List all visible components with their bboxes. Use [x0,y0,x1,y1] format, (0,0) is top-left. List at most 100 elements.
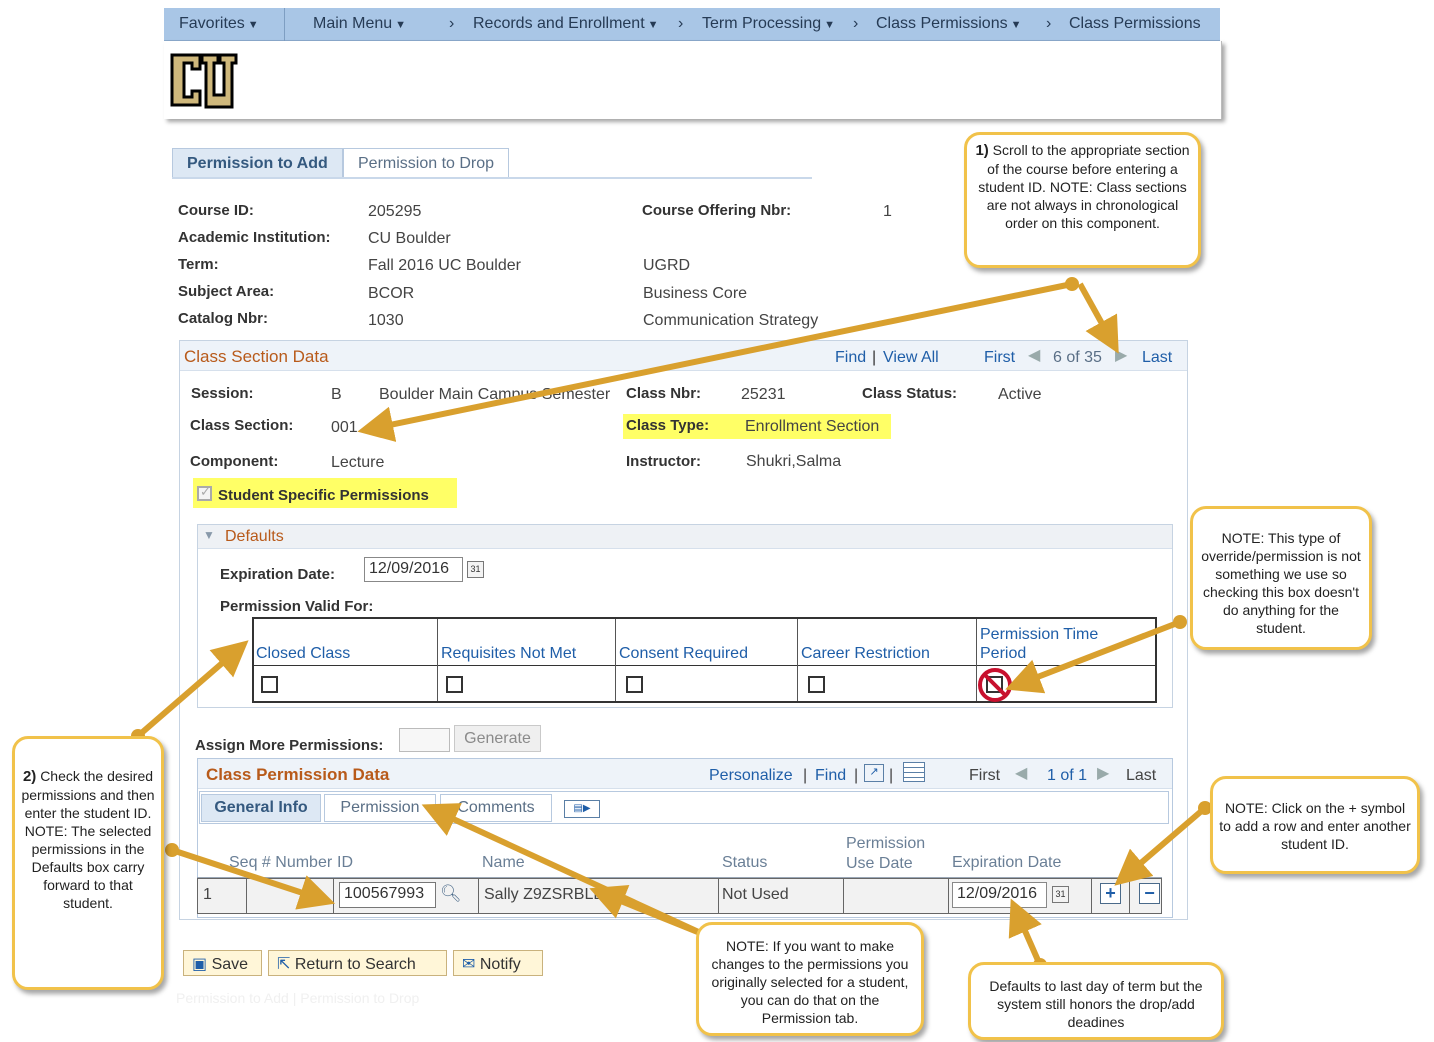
class-section-value: 001 [331,419,358,436]
view-all-link[interactable]: View All [883,349,939,367]
last-grid-link[interactable]: Last [1126,767,1156,785]
catalog-nbr-value: 1030 [368,312,404,329]
grid-column-line [478,878,479,914]
new-window-icon[interactable]: ↗ [864,764,884,782]
breadcrumb-class-permissions[interactable]: Class Permissions [1069,15,1201,33]
student-name-value: Sally Z9ZSRBLD01 [484,886,623,903]
grid-column-line [1129,878,1130,914]
consent-required-checkbox[interactable] [626,676,643,693]
grid-column-line [948,878,949,914]
notify-button[interactable]: ✉ Notify [453,950,543,976]
student-id-input[interactable]: 100567993 [339,882,436,908]
defaults-title[interactable]: Defaults [225,528,284,546]
status-value: Not Used [722,886,789,903]
breadcrumb-class-permissions-menu[interactable]: Class Permissions ▼ [876,15,1021,33]
course-id-value: 205295 [368,203,422,220]
assign-more-input[interactable] [399,728,450,752]
class-permission-title: Class Permission Data [206,765,390,784]
favorites-menu[interactable]: Favorites ▼ [179,15,259,33]
breadcrumb-separator-icon: › [853,15,859,32]
closed-class-checkbox[interactable] [261,676,278,693]
download-spreadsheet-icon[interactable] [903,762,925,782]
grid-column-line [615,619,616,701]
row-expiration-date-input[interactable]: 12/09/2016 [952,882,1047,908]
chevron-down-icon: ▼ [824,19,836,31]
student-specific-checkbox[interactable]: ✓ [197,484,212,501]
next-icon[interactable]: ▶ [1097,763,1109,783]
breadcrumb-term-processing[interactable]: Term Processing ▼ [702,15,835,33]
link-divider: | [803,767,808,784]
institution-label: Academic Institution: [178,229,331,246]
calendar-icon[interactable]: 31 [467,561,484,578]
personalize-link[interactable]: Personalize [709,767,793,785]
search-icon[interactable]: 🔍︎ [440,884,462,904]
subtab-permission[interactable]: Permission [324,794,436,822]
grid-column-line [797,619,798,701]
next-icon[interactable]: ▶ [1115,345,1127,365]
row-position: 6 of 35 [1053,349,1102,366]
notify-icon: ✉ [462,956,476,973]
breadcrumb-records[interactable]: Records and Enrollment ▼ [473,15,659,33]
footer-links[interactable]: Permission to Add | Permission to Drop [176,990,419,1006]
requisites-not-met-checkbox[interactable] [446,676,463,693]
class-section-title: Class Section Data [184,347,329,366]
callout-add-row-note: NOTE: Click on the + symbol to add a row… [1210,776,1420,874]
breadcrumb-term-label: Term Processing [702,15,822,32]
breadcrumb-class-permissions-label: Class Permissions [876,15,1008,32]
callout-1-number: 1) [975,142,989,159]
delete-row-button[interactable]: − [1139,883,1160,904]
institution-value: CU Boulder [368,230,451,247]
career-restriction-checkbox[interactable] [808,676,825,693]
save-icon: ▣ [192,956,208,973]
class-section-label: Class Section: [190,417,294,434]
callout-6-text: Defaults to last day of term but the sys… [989,978,1203,1030]
previous-icon[interactable]: ◀ [1015,763,1027,783]
main-menu[interactable]: Main Menu ▼ [313,15,406,33]
requisites-not-met-header[interactable]: Requisites Not Met [441,645,576,663]
expiration-date-input[interactable]: 12/09/2016 [364,557,463,582]
expiration-date-label: Expiration Date: [220,566,336,583]
first-link[interactable]: First [984,349,1015,367]
collapse-triangle-icon[interactable]: ▼ [203,528,215,542]
last-link[interactable]: Last [1142,349,1172,367]
consent-required-header[interactable]: Consent Required [619,645,748,663]
find-grid-link[interactable]: Find [815,767,846,785]
class-nbr-value: 25231 [741,386,786,403]
favorites-label: Favorites [179,15,245,32]
catalog-description: Communication Strategy [643,312,819,329]
catalog-nbr-label: Catalog Nbr: [178,310,268,327]
course-id-label: Course ID: [178,202,254,219]
previous-icon[interactable]: ◀ [1028,345,1040,365]
instructor-value: Shukri,Salma [746,453,842,470]
breadcrumb-separator-icon: › [678,15,684,32]
class-type-value: Enrollment Section [745,418,880,435]
save-label: Save [211,956,249,973]
tab-permission-to-drop[interactable]: Permission to Drop [343,148,510,178]
show-all-columns-icon[interactable]: ▤▶ [564,800,600,818]
closed-class-header[interactable]: Closed Class [256,645,350,663]
career-restriction-header[interactable]: Career Restriction [801,645,930,663]
status-header: Status [722,854,768,871]
breadcrumb-separator-icon: › [449,15,455,32]
callout-check-permissions: 2) Check the desired permissions and the… [12,736,164,990]
first-grid-link[interactable]: First [969,767,1000,785]
instructor-label: Instructor: [626,453,701,470]
generate-button[interactable]: Generate [454,725,541,752]
callout-1-text: Scroll to the appropriate section of the… [978,142,1190,231]
breadcrumb-records-label: Records and Enrollment [473,15,645,32]
tab-permission-to-add[interactable]: Permission to Add [172,148,343,178]
find-link[interactable]: Find [835,349,866,367]
subtab-comments[interactable]: Comments [440,794,552,822]
return-to-search-button[interactable]: ⇱ Return to Search [268,950,447,976]
calendar-icon[interactable]: 31 [1052,886,1069,903]
add-row-button[interactable]: + [1100,883,1121,904]
chevron-down-icon: ▼ [647,19,659,31]
nav-divider [284,8,285,41]
subtab-general-info[interactable]: General Info [201,794,321,822]
callout-3-text: NOTE: This type of override/permission i… [1201,530,1361,636]
class-status-value: Active [998,386,1042,403]
save-button[interactable]: ▣ Save [183,950,262,976]
session-value: B [331,386,342,403]
defaults-header [198,525,1172,549]
permission-time-period-header[interactable]: Permission Time Period [980,625,1140,663]
